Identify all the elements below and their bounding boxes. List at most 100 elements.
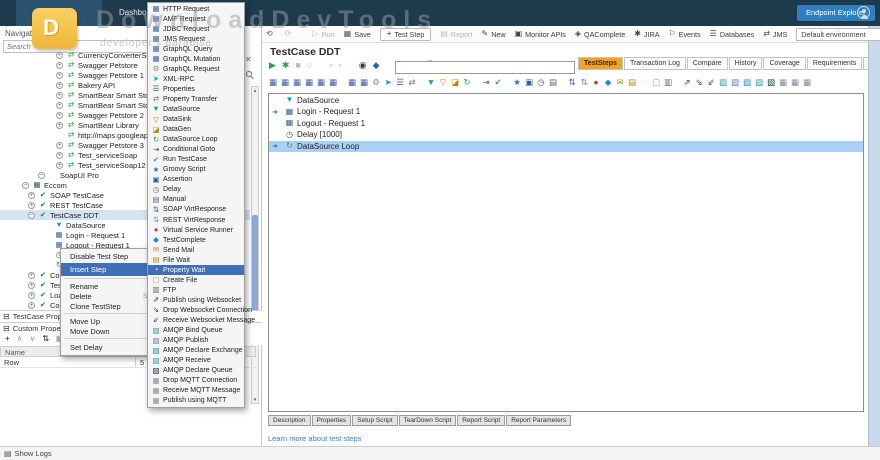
stop-icon[interactable]: ■ <box>295 61 300 70</box>
submenu-item[interactable]: ▤ Manual <box>148 195 244 205</box>
show-logs-toggle[interactable]: Show Logs <box>15 449 52 458</box>
mqtt-pub-icon[interactable]: ▦ <box>802 78 812 87</box>
submenu-item[interactable]: ⇗ Publish using Websocket <box>148 295 244 305</box>
teststep-row[interactable]: ➜▼DataSource <box>269 95 863 106</box>
virtrunner-icon[interactable]: ● <box>591 78 601 87</box>
amqp-bind-icon[interactable]: ▧ <box>718 78 728 87</box>
submenu-item[interactable]: ◪ DataGen <box>148 125 244 135</box>
teststep-row[interactable]: ➜◷Delay [1000] <box>269 130 863 141</box>
editor-tab[interactable]: Requirements <box>806 57 863 70</box>
filewait-icon[interactable]: ▤ <box>627 78 637 87</box>
expand-toggle-icon[interactable]: + <box>28 191 35 199</box>
xmlrpc-icon[interactable]: ➤ <box>383 78 393 87</box>
grid-icon[interactable]: ▦ <box>347 78 357 87</box>
expand-toggle-icon[interactable]: + <box>28 271 35 279</box>
grid-icon[interactable]: ▦ <box>304 78 314 87</box>
inspector-tab[interactable]: Properties <box>311 415 352 426</box>
submenu-item[interactable]: ● Virtual Service Runner <box>148 225 244 235</box>
mqtt-recv-icon[interactable]: ▦ <box>790 78 800 87</box>
expand-toggle-icon[interactable]: + <box>28 201 35 209</box>
burst-icon[interactable]: ✱ <box>282 61 290 70</box>
expand-toggle-icon[interactable]: + <box>56 51 63 59</box>
account-icon[interactable] <box>857 6 870 19</box>
expand-toggle-icon[interactable]: + <box>56 71 63 79</box>
up-icon[interactable]: ∧ <box>17 334 23 343</box>
grid-icon[interactable]: ▦ <box>316 78 326 87</box>
transfer-icon[interactable]: ⇄ <box>407 78 417 87</box>
restvirt-icon[interactable]: ⇅ <box>579 78 589 87</box>
amqp-declq-icon[interactable]: ▧ <box>766 78 776 87</box>
createfile-icon[interactable]: ▢ <box>651 78 661 87</box>
ftp-icon[interactable]: ▥ <box>663 78 673 87</box>
play-icon[interactable]: ▶ <box>269 61 276 70</box>
toolbar-button[interactable]: ✱ JIRA <box>634 30 659 39</box>
propwait-icon[interactable]: ◔ <box>639 78 649 87</box>
datagen-icon[interactable]: ◪ <box>450 78 460 87</box>
clock-icon[interactable]: ◷ <box>536 78 546 87</box>
submenu-item[interactable]: ▼ DataSource <box>148 104 244 114</box>
expand-toggle-icon[interactable]: − <box>28 211 35 219</box>
submenu-item[interactable]: ▥ FTP <box>148 285 244 295</box>
submenu-item[interactable]: ⇅ SOAP VirtResponse <box>148 205 244 215</box>
submenu-item[interactable]: ▧ AMQP Publish <box>148 336 244 346</box>
submenu-item[interactable]: ⇥ Conditional Goto <box>148 145 244 155</box>
mqtt-drop-icon[interactable]: ▦ <box>778 78 788 87</box>
submenu-item[interactable]: ➤ XML-RPC <box>148 74 244 84</box>
submenu-item[interactable]: ▣ Assertion <box>148 175 244 185</box>
editor-tab[interactable]: Compare <box>686 57 728 70</box>
expand-toggle-icon[interactable]: + <box>56 151 63 159</box>
submenu-item[interactable]: ⇄ Property Transfer <box>148 94 244 104</box>
sort-icon[interactable]: ⇅ <box>42 334 49 343</box>
expand-toggle-icon[interactable]: + <box>56 81 63 89</box>
amqp-declx-icon[interactable]: ▧ <box>742 78 752 87</box>
scroll-down-icon[interactable]: ▼ <box>252 397 258 402</box>
expand-toggle-icon[interactable]: + <box>28 301 35 309</box>
editor-tab[interactable]: Coverage <box>763 57 806 70</box>
submenu-item[interactable]: ⚙ GraphQL Request <box>148 64 244 74</box>
submenu-item[interactable]: ◔ Property Wait <box>148 265 244 276</box>
teststep-row[interactable]: ➜▦Logout - Request 1 <box>269 118 863 129</box>
target-icon[interactable]: ◉ <box>359 61 367 70</box>
expand-toggle-icon[interactable]: + <box>28 291 35 299</box>
testcomplete-icon[interactable]: ◆ <box>603 78 613 87</box>
editor-tab[interactable]: Transaction Log <box>623 57 686 70</box>
amqp-recv-icon[interactable]: ▧ <box>754 78 764 87</box>
submenu-item[interactable]: ▦ Drop MQTT Connection <box>148 376 244 386</box>
learn-more-link[interactable]: Learn more about test steps <box>268 434 361 443</box>
grid-icon[interactable]: ▦ <box>328 78 338 87</box>
add-icon[interactable]: + <box>5 334 10 343</box>
toolbar-button[interactable]: ◈ QAComplete <box>575 30 625 39</box>
runtc-icon[interactable]: ✔ <box>493 78 503 87</box>
toolbar-button[interactable]: ▣ Monitor APIs <box>515 30 566 39</box>
expand-toggle-icon[interactable]: + <box>56 111 63 119</box>
toggle1-icon[interactable]: ▫ <box>329 61 332 70</box>
teststep-row[interactable]: ➜ ▦ Login - Request 1 <box>269 107 863 118</box>
grid-icon[interactable]: ▦ <box>292 78 302 87</box>
toggle2-icon[interactable]: ▫ <box>339 61 342 70</box>
ws-pub-icon[interactable]: ⇗ <box>682 78 692 87</box>
submenu-item[interactable]: ▦ Publish using MQTT <box>148 396 244 406</box>
mail-icon[interactable]: ✉ <box>615 78 625 87</box>
expand-toggle-icon[interactable]: − <box>38 171 45 179</box>
submenu-item[interactable]: ▧ AMQP Declare Exchange <box>148 346 244 356</box>
editor-tab[interactable]: History <box>728 57 763 70</box>
ws-recv-icon[interactable]: ⇙ <box>706 78 716 87</box>
expand-toggle-icon[interactable]: + <box>56 121 63 129</box>
toolbar-button[interactable]: ⇄ JMS <box>763 30 787 39</box>
expand-toggle-icon[interactable]: + <box>56 91 63 99</box>
submenu-item[interactable]: ★ Groovy Script <box>148 165 244 175</box>
grid-icon[interactable]: ▦ <box>268 78 278 87</box>
submenu-item[interactable]: ▽ DataSink <box>148 115 244 125</box>
scroll-up-icon[interactable]: ▲ <box>252 88 258 93</box>
assertion-icon[interactable]: ▣ <box>524 78 534 87</box>
inspector-tab[interactable]: Description <box>268 415 311 426</box>
loop-icon[interactable]: ↻ <box>462 78 472 87</box>
gear-icon[interactable]: ⚙ <box>371 78 381 87</box>
submenu-item[interactable]: ⇘ Drop Websocket Connection <box>148 305 252 315</box>
down-icon[interactable]: ∨ <box>30 334 36 343</box>
submenu-item[interactable]: ⇅ REST VirtResponse <box>148 215 244 225</box>
expand-toggle-icon[interactable]: − <box>22 181 29 189</box>
teststep-row[interactable]: ➜ ↻ DataSource Loop <box>269 141 863 152</box>
grid-icon[interactable]: ▦ <box>359 78 369 87</box>
submenu-item[interactable]: ↻ DataSource Loop <box>148 135 244 145</box>
